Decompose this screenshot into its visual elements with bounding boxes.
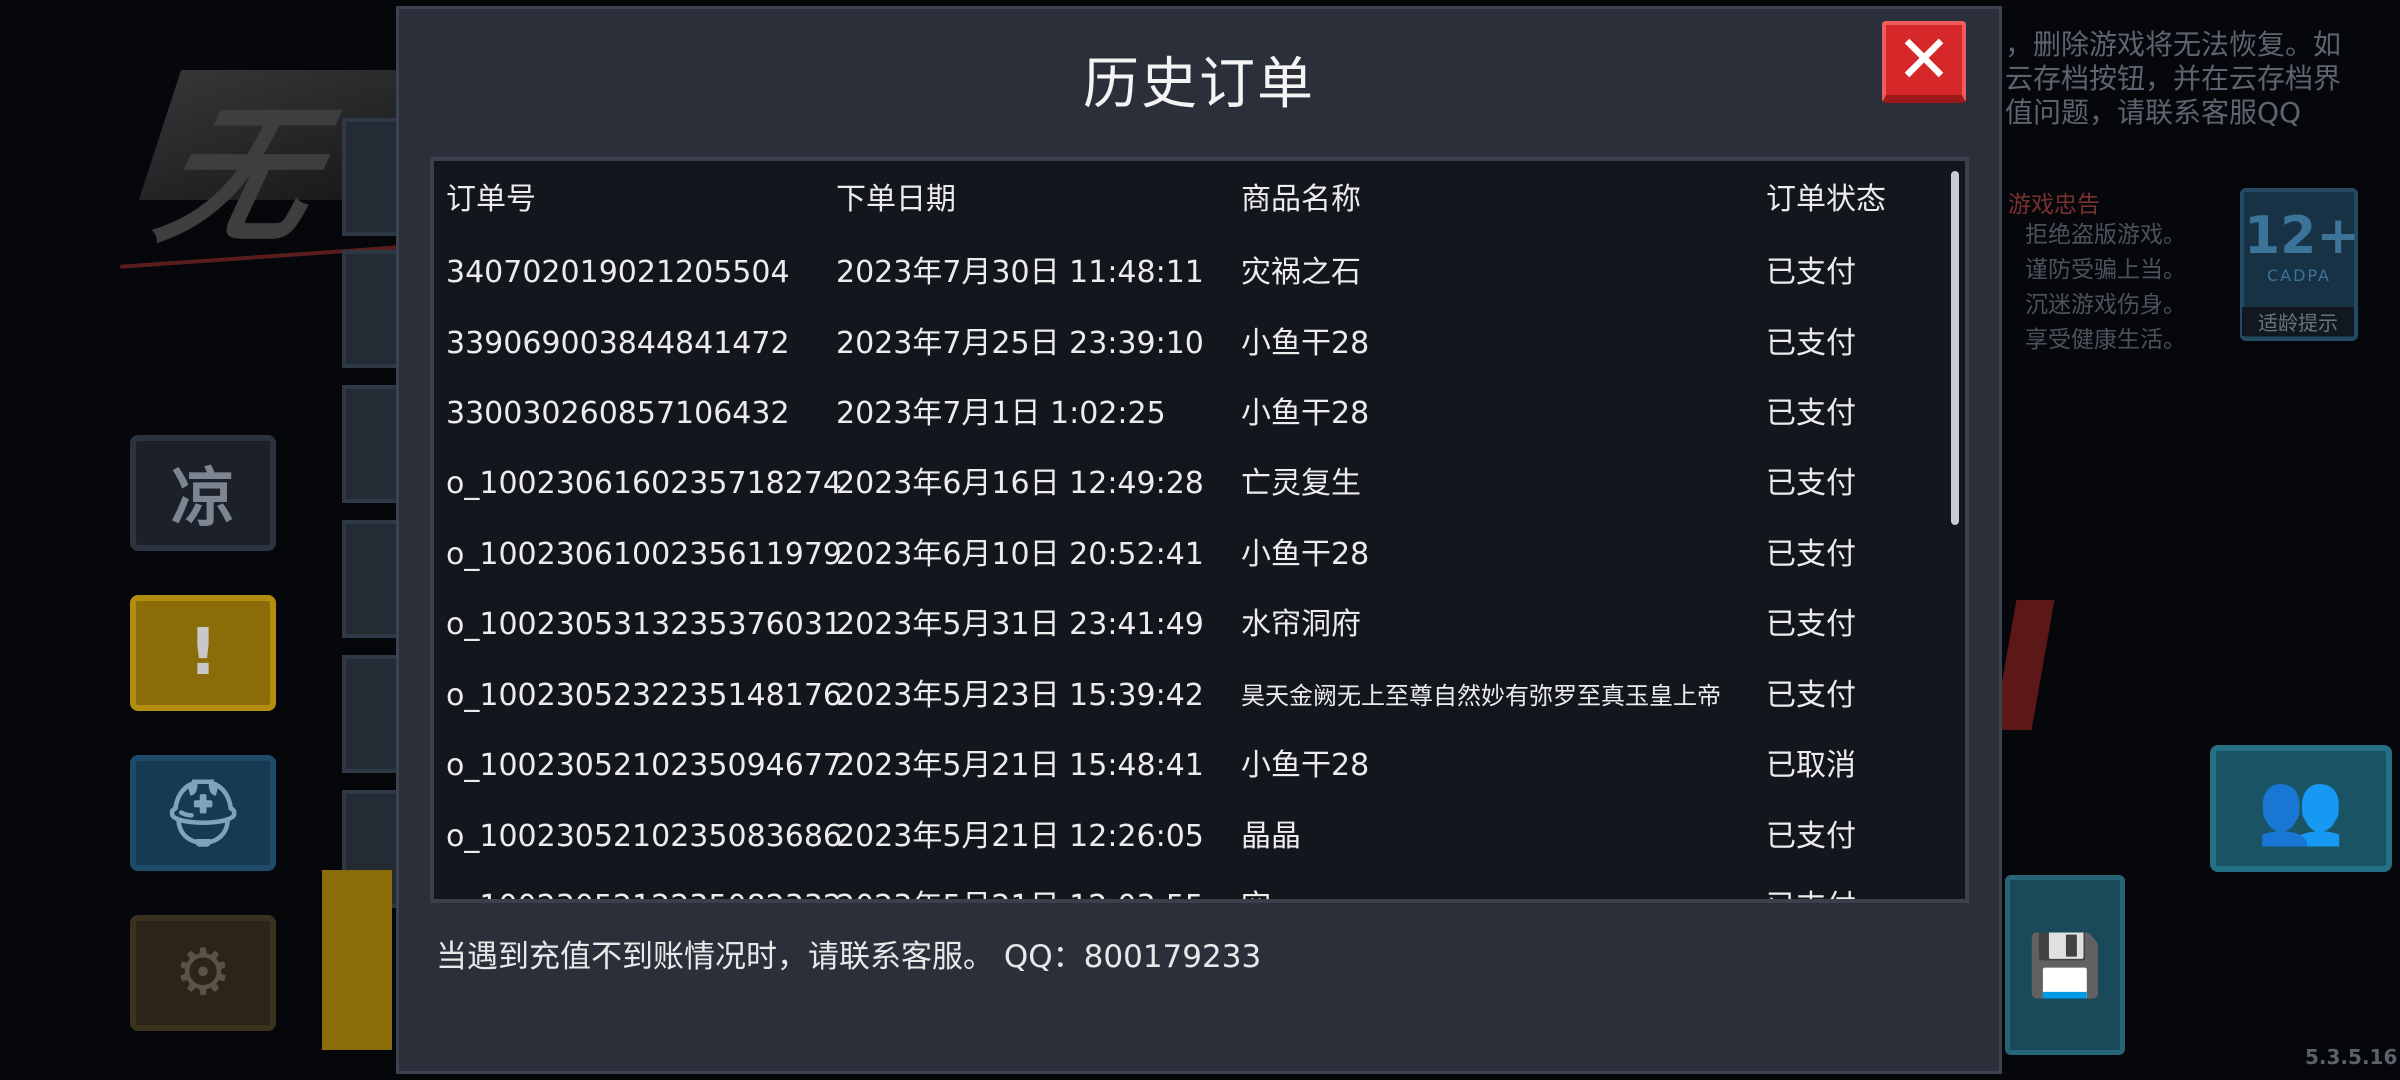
close-icon: ✕ <box>1896 21 1952 98</box>
order-date-cell: 2023年7月1日 1:02:25 <box>836 396 1166 431</box>
order-status-cell: 已支付 <box>1766 466 1856 501</box>
order-status-cell: 已支付 <box>1766 537 1856 572</box>
side-button-2[interactable]: ! <box>130 595 276 711</box>
helmet-icon: ⛑ <box>162 776 244 851</box>
order-date-cell: 2023年6月16日 12:49:28 <box>836 466 1204 501</box>
game-logo-text: 无 <box>143 90 331 264</box>
close-button[interactable]: ✕ <box>1882 21 1966 103</box>
order-date-cell: 2023年5月21日 12:26:05 <box>836 819 1204 854</box>
table-header-row: 订单号 下单日期 商品名称 订单状态 <box>434 165 1934 235</box>
order-status-cell: 已支付 <box>1766 255 1856 290</box>
product-name-cell: 空 <box>1241 872 1271 899</box>
product-name-cell: 亡灵复生 <box>1241 466 1361 501</box>
order-date-cell: 2023年5月23日 15:39:42 <box>836 678 1204 713</box>
product-name-cell: 小鱼干28 <box>1241 537 1370 572</box>
side-button-4[interactable]: ⚙ <box>130 915 276 1031</box>
menu-strip-1[interactable] <box>342 118 400 236</box>
order-status-cell: 已支付 <box>1766 872 1856 899</box>
health-warning-lines: 拒绝盗版游戏。 谨防受骗上当。 沉迷游戏伤身。 享受健康生活。 <box>2025 222 2186 353</box>
exclamation-icon: ! <box>188 616 218 690</box>
product-name-cell: 小鱼干28 <box>1241 396 1370 431</box>
order-id-cell: o_1002305232235148176 <box>446 678 843 713</box>
order-history-dialog: 历史订单 ✕ 订单号 下单日期 商品名称 订单状态 34070201902120… <box>396 6 2002 1074</box>
bottom-yellow-tab[interactable] <box>322 870 392 1050</box>
health-warning-title: 游戏忠告 <box>2008 192 2100 218</box>
product-name-cell: 昊天金阙无上至尊自然妙有弥罗至真玉皇上帝 <box>1241 682 1721 710</box>
order-id-cell: o_1002305212235082332 <box>446 872 842 899</box>
table-row: o_1002305212235082332 2023年5月21日 12:03:5… <box>434 872 1934 899</box>
cloud-save-button[interactable]: 💾 <box>2005 875 2125 1055</box>
menu-strip-5[interactable] <box>342 655 400 773</box>
product-name-cell: 灾祸之石 <box>1241 255 1361 290</box>
table-row: o_1002306100235611979 2023年6月10日 20:52:4… <box>434 520 1934 590</box>
table-row: 330030260857106432 2023年7月1日 1:02:25 小鱼干… <box>434 379 1934 449</box>
gear-icon: ⚙ <box>174 936 232 1010</box>
decor-red-shape <box>1993 600 2055 730</box>
order-date-cell: 2023年5月21日 15:48:41 <box>836 748 1204 783</box>
product-name-cell: 晶晶 <box>1241 819 1301 854</box>
order-date-cell: 2023年7月30日 11:48:11 <box>836 255 1204 290</box>
table-scrollbar[interactable] <box>1951 171 1959 525</box>
order-status-cell: 已支付 <box>1766 607 1856 642</box>
order-date-cell: 2023年7月25日 23:39:10 <box>836 326 1204 361</box>
order-status-cell: 已支付 <box>1766 326 1856 361</box>
order-status-cell: 已取消 <box>1766 748 1856 783</box>
table-row: 340702019021205504 2023年7月30日 11:48:11 灾… <box>434 238 1934 308</box>
side-button-3[interactable]: ⛑ <box>130 755 276 871</box>
order-status-cell: 已支付 <box>1766 819 1856 854</box>
product-name-cell: 小鱼干28 <box>1241 326 1370 361</box>
product-name-cell: 水帘洞府 <box>1241 607 1361 642</box>
menu-strip-3[interactable] <box>342 385 400 503</box>
team-button[interactable]: 👥 <box>2210 745 2392 872</box>
table-row: 339069003844841472 2023年7月25日 23:39:10 小… <box>434 309 1934 379</box>
order-id-cell: 330030260857106432 <box>446 396 790 431</box>
age-rating-label: 适龄提示 <box>2242 307 2354 336</box>
table-row: o_1002305210235094677 2023年5月21日 15:48:4… <box>434 731 1934 801</box>
snowflake-icon: 凉 <box>171 462 235 536</box>
header-status: 订单状态 <box>1766 182 1886 217</box>
table-row: o_1002305210235083686 2023年5月21日 12:26:0… <box>434 802 1934 872</box>
order-status-cell: 已支付 <box>1766 678 1856 713</box>
order-status-cell: 已支付 <box>1766 396 1856 431</box>
menu-strip-2[interactable] <box>342 250 400 368</box>
table-row: o_1002305313235376031 2023年5月31日 23:41:4… <box>434 590 1934 660</box>
dialog-title: 历史订单 <box>1083 52 1315 117</box>
order-id-cell: 339069003844841472 <box>446 326 790 361</box>
order-date-cell: 2023年5月21日 12:03:55 <box>836 872 1204 899</box>
order-id-cell: o_1002305210235083686 <box>446 819 843 854</box>
header-product: 商品名称 <box>1241 182 1361 217</box>
order-id-cell: o_1002305210235094677 <box>446 748 843 783</box>
table-row: o_1002305232235148176 2023年5月23日 15:39:4… <box>434 661 1934 731</box>
order-id-cell: o_1002305313235376031 <box>446 607 843 642</box>
menu-strip-4[interactable] <box>342 520 400 638</box>
header-date: 下单日期 <box>836 182 956 217</box>
order-id-cell: o_1002306100235611979 <box>446 537 843 572</box>
table-row: o_1002306160235718274 2023年6月16日 12:49:2… <box>434 449 1934 519</box>
order-id-cell: 340702019021205504 <box>446 255 790 290</box>
save-icon: 💾 <box>2027 930 2103 1001</box>
order-date-cell: 2023年5月31日 23:41:49 <box>836 607 1204 642</box>
notice-text: ，删除游戏将无法恢复。如 云存档按钮，并在云存档界 值问题，请联系客服QQ <box>2005 28 2342 129</box>
version-label: 5.3.5.16 <box>2305 1045 2398 1069</box>
order-id-cell: o_1002306160235718274 <box>446 466 843 501</box>
people-icon: 👥 <box>2257 767 2345 849</box>
product-name-cell: 小鱼干28 <box>1241 748 1370 783</box>
header-order-id: 订单号 <box>446 182 536 217</box>
side-button-1[interactable]: 凉 <box>130 435 276 551</box>
order-table[interactable]: 订单号 下单日期 商品名称 订单状态 340702019021205504 20… <box>430 157 1969 903</box>
support-contact-note: 当遇到充值不到账情况时，请联系客服。 QQ：800179233 <box>436 939 1262 975</box>
order-date-cell: 2023年6月10日 20:52:41 <box>836 537 1204 572</box>
